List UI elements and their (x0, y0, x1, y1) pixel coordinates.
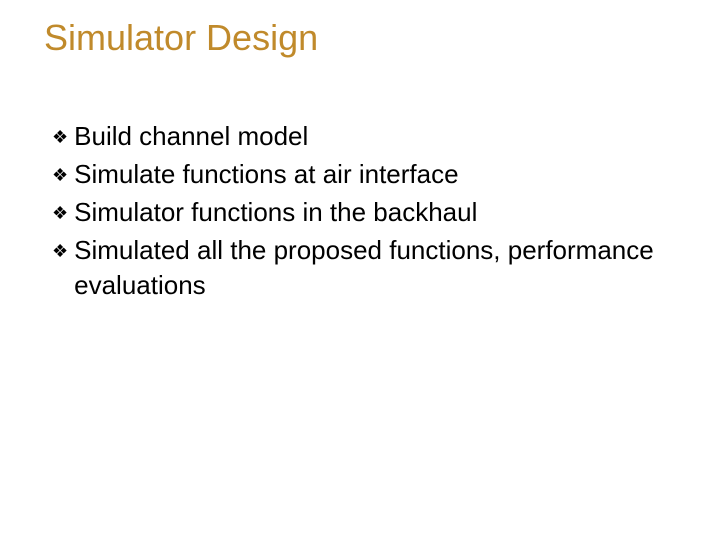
bullet-list: ❖ Build channel model ❖ Simulate functio… (40, 119, 680, 303)
bullet-text: Build channel model (74, 119, 680, 154)
bullet-icon: ❖ (52, 157, 68, 193)
list-item: ❖ Simulate functions at air interface (52, 157, 680, 193)
bullet-text: Simulate functions at air interface (74, 157, 680, 192)
bullet-text: Simulator functions in the backhaul (74, 195, 680, 230)
list-item: ❖ Simulated all the proposed functions, … (52, 233, 680, 303)
bullet-text: Simulated all the proposed functions, pe… (74, 233, 680, 303)
bullet-icon: ❖ (52, 119, 68, 155)
bullet-icon: ❖ (52, 195, 68, 231)
bullet-icon: ❖ (52, 233, 68, 269)
slide-title: Simulator Design (44, 16, 680, 59)
list-item: ❖ Simulator functions in the backhaul (52, 195, 680, 231)
list-item: ❖ Build channel model (52, 119, 680, 155)
slide: Simulator Design ❖ Build channel model ❖… (0, 0, 720, 540)
